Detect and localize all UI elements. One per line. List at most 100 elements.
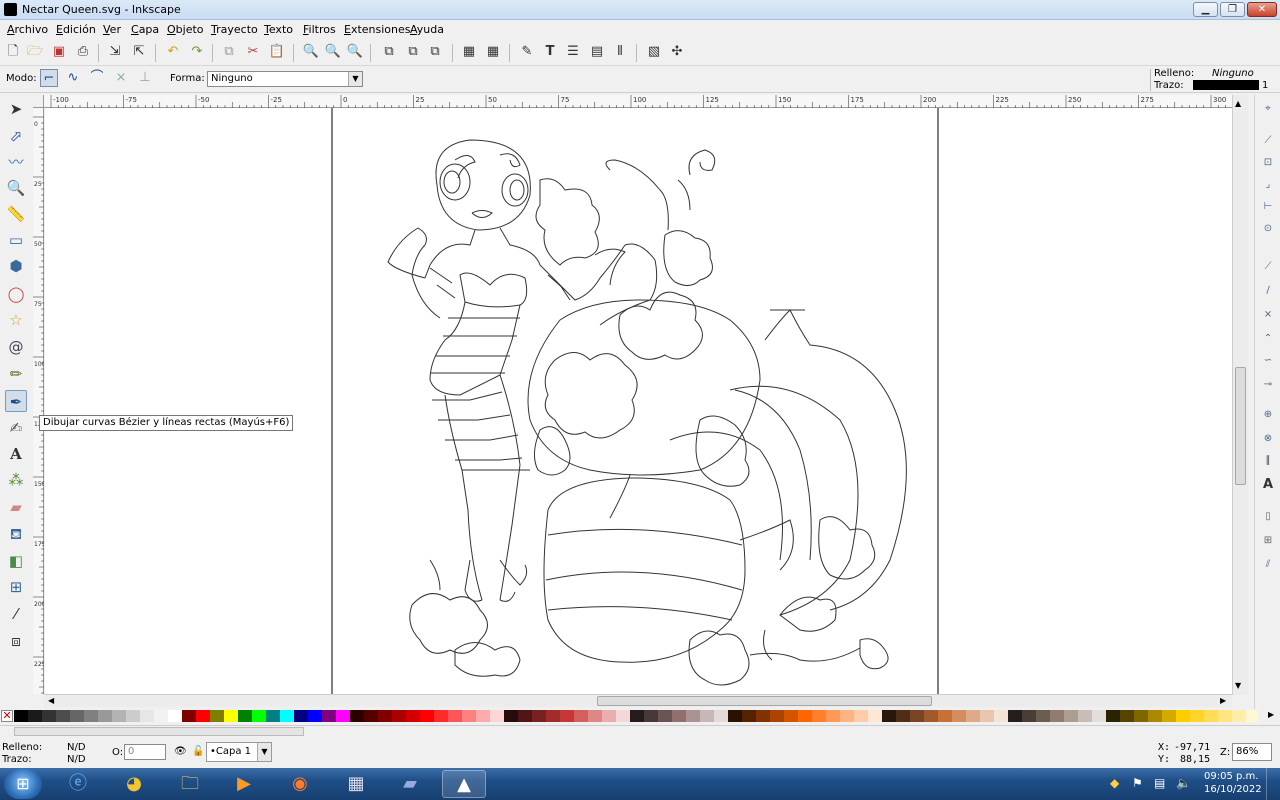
palette-swatch[interactable] [952, 710, 966, 722]
palette-swatch[interactable] [378, 710, 392, 722]
tray-network-icon[interactable]: ▤ [1154, 776, 1165, 790]
stroke-color-swatch[interactable] [1193, 80, 1259, 90]
menu-archivo[interactable]: Archivo [7, 23, 48, 36]
scroll-down-icon[interactable]: ▼ [1235, 681, 1241, 690]
drawing-canvas[interactable] [45, 108, 1232, 694]
shape-select[interactable]: Ninguno ▼ [207, 71, 363, 87]
copy-icon[interactable]: ⧉ [220, 43, 238, 61]
menu-ayuda[interactable]: Ayuda [410, 23, 444, 36]
align-icon[interactable]: ⫴ [611, 43, 629, 61]
palette-swatch[interactable] [826, 710, 840, 722]
snap-bbox-midpoint-icon[interactable]: ⊢ [1260, 199, 1276, 215]
palette-swatch[interactable] [1064, 710, 1078, 722]
measure-tool-icon[interactable]: 📏 [5, 203, 27, 225]
horizontal-scroll-thumb[interactable] [597, 696, 932, 706]
palette-swatch[interactable] [448, 710, 462, 722]
text-tool-icon[interactable]: A [5, 443, 27, 465]
document-properties-icon[interactable]: ▧ [645, 43, 663, 61]
zoom-input[interactable]: 86% [1232, 743, 1272, 761]
duplicate-icon[interactable]: ⧉ [380, 43, 398, 61]
palette-swatch[interactable] [140, 710, 154, 722]
palette-swatch[interactable] [896, 710, 910, 722]
palette-swatch[interactable] [1176, 710, 1190, 722]
palette-swatch[interactable] [966, 710, 980, 722]
paraxial-mode-icon[interactable]: ⊥ [136, 69, 154, 87]
layer-visibility-icon[interactable]: 👁 [174, 746, 187, 757]
palette-swatch[interactable] [1036, 710, 1050, 722]
palette-swatch[interactable] [560, 710, 574, 722]
spiral-tool-icon[interactable]: @ [5, 336, 27, 358]
palette-swatch[interactable] [1092, 710, 1106, 722]
palette-swatch[interactable] [238, 710, 252, 722]
snap-nodes-icon[interactable]: ⟋ [1260, 259, 1276, 275]
zoom-drawing-icon[interactable]: 🔍 [324, 43, 342, 61]
ungroup-icon[interactable]: ▦ [484, 43, 502, 61]
snap-text-icon[interactable]: A [1260, 477, 1276, 493]
palette-swatch[interactable] [840, 710, 854, 722]
menu-texto[interactable]: Texto [264, 23, 293, 36]
palette-swatch[interactable] [308, 710, 322, 722]
spray-tool-icon[interactable]: ⁂ [5, 469, 27, 491]
undo-icon[interactable]: ↶ [164, 43, 182, 61]
clock-date[interactable]: 16/10/2022 [1204, 784, 1262, 795]
spiro-mode-icon[interactable]: ∿ [64, 69, 82, 87]
star-tool-icon[interactable]: ☆ [5, 309, 27, 331]
palette-swatch[interactable] [252, 710, 266, 722]
palette-swatch[interactable] [700, 710, 714, 722]
palette-swatch[interactable] [196, 710, 210, 722]
status-stroke-value[interactable]: N/D [67, 754, 86, 765]
zoom-page-icon[interactable]: 🔍 [346, 43, 364, 61]
palette-swatch[interactable] [84, 710, 98, 722]
palette-swatch[interactable] [728, 710, 742, 722]
zoom-selection-icon[interactable]: 🔍 [302, 43, 320, 61]
snap-grid-icon[interactable]: ⊞ [1260, 533, 1276, 549]
palette-swatch[interactable] [868, 710, 882, 722]
palette-swatch[interactable] [98, 710, 112, 722]
palette-swatch[interactable] [126, 710, 140, 722]
layers-icon[interactable]: ☰ [564, 43, 582, 61]
palette-swatch[interactable] [686, 710, 700, 722]
media-player-icon[interactable]: ▶ [222, 770, 266, 798]
palette-swatch[interactable] [1162, 710, 1176, 722]
stroke-width-value[interactable]: 1 [1262, 80, 1268, 91]
palette-swatch[interactable] [294, 710, 308, 722]
palette-swatch[interactable] [476, 710, 490, 722]
palette-swatch[interactable] [1078, 710, 1092, 722]
palette-swatch[interactable] [280, 710, 294, 722]
vertical-scroll-thumb[interactable] [1235, 367, 1246, 485]
ellipse-tool-icon[interactable]: ◯ [5, 283, 27, 305]
palette-swatch[interactable] [882, 710, 896, 722]
palette-swatch[interactable] [70, 710, 84, 722]
snap-midpoint-icon[interactable]: ⊸ [1260, 377, 1276, 393]
text-font-icon[interactable]: T [541, 43, 559, 61]
print-icon[interactable]: ⎙ [74, 43, 92, 61]
unlink-clone-icon[interactable]: ⧉ [426, 43, 444, 61]
palette-swatch[interactable] [1106, 710, 1120, 722]
palette-swatch[interactable] [910, 710, 924, 722]
new-document-icon[interactable]: 🗋 [4, 43, 22, 61]
paint-bucket-tool-icon[interactable]: ⛾ [5, 523, 27, 545]
palette-swatch[interactable] [28, 710, 42, 722]
palette-swatch[interactable] [532, 710, 546, 722]
cut-icon[interactable]: ✂ [244, 43, 262, 61]
palette-swatch[interactable] [154, 710, 168, 722]
palette-swatch[interactable] [938, 710, 952, 722]
palette-swatch[interactable] [168, 710, 182, 722]
scroll-up-icon[interactable]: ▲ [1235, 99, 1241, 108]
palette-swatch[interactable] [1120, 710, 1134, 722]
palette-swatch[interactable] [784, 710, 798, 722]
import-icon[interactable]: ⇲ [106, 43, 124, 61]
palette-swatch[interactable] [644, 710, 658, 722]
clone-icon[interactable]: ⧉ [404, 43, 422, 61]
snap-object-center-icon[interactable]: ⊕ [1260, 407, 1276, 423]
show-desktop-button[interactable] [1266, 768, 1280, 800]
palette-swatch[interactable] [1050, 710, 1064, 722]
tweak-tool-icon[interactable]: 〰 [5, 151, 27, 173]
redo-icon[interactable]: ↷ [188, 43, 206, 61]
internet-explorer-icon[interactable]: ⓔ [56, 770, 100, 798]
palette-swatch[interactable] [742, 710, 756, 722]
chrome-icon[interactable]: ◕ [112, 770, 156, 798]
palette-swatch[interactable] [924, 710, 938, 722]
calligraphy-tool-icon[interactable]: ✍ [5, 417, 27, 439]
palette-swatch[interactable] [266, 710, 280, 722]
